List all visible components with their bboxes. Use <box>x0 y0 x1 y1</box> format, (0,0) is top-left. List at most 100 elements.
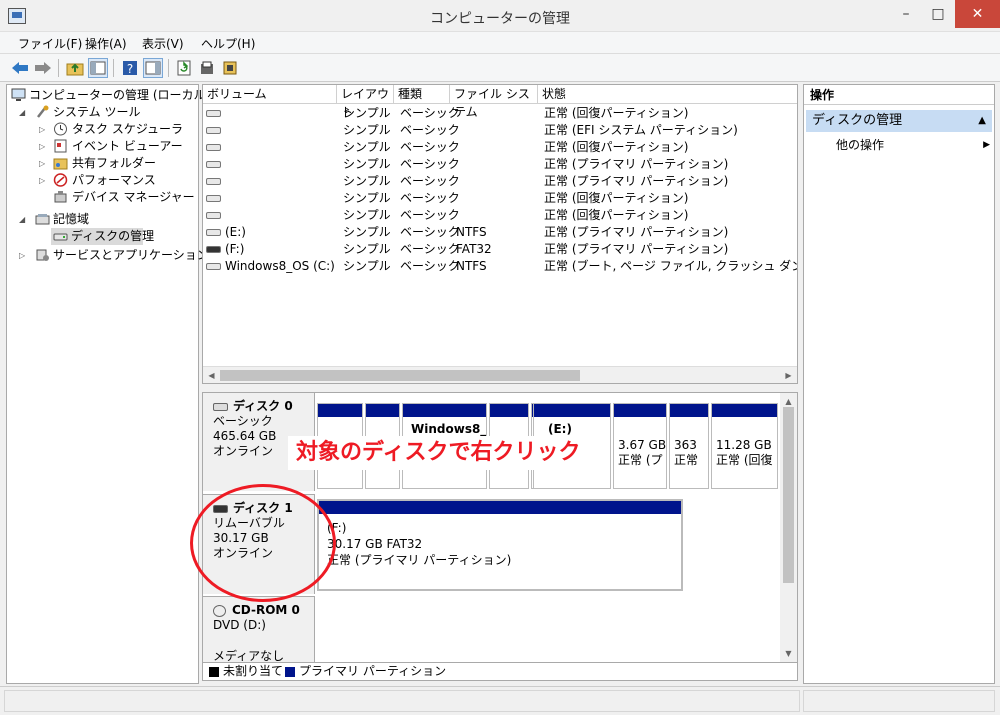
menu-action[interactable]: 操作(A) <box>85 35 127 52</box>
computer-icon <box>11 88 26 102</box>
action-group-disk-management[interactable]: ディスクの管理 ▲ <box>806 110 992 132</box>
volume-row[interactable]: (F:) シンプル ベーシック FAT32 正常 (プライマリ パーティション) <box>203 241 797 258</box>
volume-row[interactable]: (E:) シンプル ベーシック NTFS 正常 (プライマリ パーティション) <box>203 224 797 241</box>
primary-partition-bar <box>366 404 399 417</box>
folder-up-icon[interactable] <box>65 58 85 78</box>
volume-type: ベーシック <box>400 191 460 205</box>
minimize-button[interactable]: – <box>889 0 923 28</box>
volume-row[interactable]: シンプル ベーシック 正常 (プライマリ パーティション) <box>203 173 797 190</box>
disk-1-partition-f[interactable]: (F:) 30.17 GB FAT32 正常 (プライマリ パーティション) <box>317 499 683 591</box>
volume-row[interactable]: シンプル ベーシック 正常 (プライマリ パーティション) <box>203 156 797 173</box>
toolbar-separator <box>58 59 59 77</box>
tree-item-event-viewer[interactable]: ▷ イベント ビューアー <box>11 138 196 155</box>
expander-icon[interactable]: ▷ <box>39 155 49 172</box>
tree-item-device-manager[interactable]: デバイス マネージャー <box>11 189 196 206</box>
scrollbar-thumb[interactable] <box>783 407 794 583</box>
primary-partition-bar <box>534 404 610 417</box>
event-viewer-icon <box>53 139 68 153</box>
tree-item-disk-management[interactable]: ディスクの管理 <box>51 228 154 245</box>
tree-item-shared-folders[interactable]: ▷ 共有フォルダー <box>11 155 196 172</box>
volume-row[interactable]: Windows8_OS (C:) シンプル ベーシック NTFS 正常 (ブート… <box>203 258 797 275</box>
volume-type: ベーシック <box>400 157 460 171</box>
scroll-left-icon[interactable]: ◀ <box>203 367 220 383</box>
disk-0-partition-recovery-2[interactable]: 363 正常 <box>669 403 709 489</box>
volume-row[interactable]: シンプル ベーシック 正常 (EFI システム パーティション) <box>203 122 797 139</box>
volume-name: Windows8_OS (C:) <box>225 259 335 273</box>
disk-1-label[interactable]: ディスク 1 リムーバブル 30.17 GB オンライン <box>203 494 315 594</box>
device-manager-icon <box>53 190 68 204</box>
removable-disk-icon <box>213 504 228 513</box>
expander-icon[interactable]: ▷ <box>39 121 49 138</box>
tree-item-label: サービスとアプリケーション <box>53 248 209 262</box>
drive-icon <box>206 127 221 134</box>
volume-row[interactable]: シンプル ベーシック 正常 (回復パーティション) <box>203 105 797 122</box>
expander-icon[interactable]: ◢ <box>19 211 29 228</box>
disk-name: ディスク 1 <box>233 501 293 515</box>
tree-item-label: 共有フォルダー <box>72 156 157 170</box>
column-header-status[interactable]: 状態 <box>538 85 797 104</box>
show-hide-tree-icon[interactable] <box>88 58 108 78</box>
disk-0-partition-recovery-3[interactable]: 11.28 GB 正常 (回復 <box>711 403 778 489</box>
maximize-button[interactable]: □ <box>921 0 955 28</box>
menu-help[interactable]: ヘルプ(H) <box>201 35 255 52</box>
volume-status: 正常 (プライマリ パーティション) <box>544 242 729 256</box>
refresh-icon[interactable] <box>174 58 194 78</box>
tree-item-services-and-applications[interactable]: ▷ サービスとアプリケーション <box>11 247 209 264</box>
primary-partition-bar <box>712 404 777 417</box>
volume-row[interactable]: シンプル ベーシック 正常 (回復パーティション) <box>203 207 797 224</box>
properties-icon[interactable] <box>197 58 217 78</box>
volume-layout: シンプル <box>343 242 391 256</box>
cdrom-0-label[interactable]: CD-ROM 0 DVD (D:) メディアなし <box>203 596 315 662</box>
horizontal-scrollbar[interactable]: ◀ ▶ <box>203 366 797 383</box>
close-button[interactable]: ✕ <box>955 0 1000 28</box>
disk-state: オンライン <box>213 546 274 560</box>
menu-view[interactable]: 表示(V) <box>142 35 184 52</box>
status-bar <box>0 686 1000 715</box>
help-icon[interactable]: ? <box>120 58 140 78</box>
partition-title: Windows8_ <box>411 422 487 436</box>
show-hide-action-icon[interactable] <box>143 58 163 78</box>
drive-icon <box>206 144 221 151</box>
expander-icon[interactable]: ▷ <box>19 247 29 264</box>
back-arrow-icon[interactable] <box>10 58 30 78</box>
column-header-type[interactable]: 種類 <box>394 85 450 104</box>
volume-status: 正常 (プライマリ パーティション) <box>544 174 729 188</box>
volume-layout: シンプル <box>343 174 391 188</box>
tree-item-label: パフォーマンス <box>72 173 156 187</box>
tree-item-system-tools[interactable]: ◢ システム ツール <box>11 104 196 121</box>
collapse-up-icon[interactable]: ▲ <box>978 110 986 132</box>
scroll-down-icon[interactable]: ▼ <box>780 645 797 662</box>
volume-layout: シンプル <box>343 259 391 273</box>
volume-row[interactable]: シンプル ベーシック 正常 (回復パーティション) <box>203 190 797 207</box>
action-more-actions[interactable]: 他の操作 ▶ <box>836 136 990 154</box>
drive-icon <box>206 161 221 168</box>
expander-icon[interactable]: ▷ <box>39 172 49 189</box>
volume-layout: シンプル <box>343 106 391 120</box>
volume-file-system: NTFS <box>456 225 487 239</box>
action-label: 他の操作 <box>836 138 885 152</box>
scrollbar-thumb[interactable] <box>220 370 580 381</box>
forward-arrow-icon[interactable] <box>33 58 53 78</box>
expander-icon[interactable]: ◢ <box>19 104 29 121</box>
drive-icon <box>206 195 221 202</box>
partition-size: 30.17 GB FAT32 <box>327 537 423 551</box>
tree-item-task-scheduler[interactable]: ▷ タスク スケジューラ <box>11 121 196 138</box>
export-icon[interactable] <box>220 58 240 78</box>
tree-item-performance[interactable]: ▷ パフォーマンス <box>11 172 196 189</box>
menu-file[interactable]: ファイル(F) <box>18 35 82 52</box>
primary-partition-bar <box>490 404 528 417</box>
expander-icon[interactable]: ▷ <box>39 138 49 155</box>
cd-rom-icon <box>213 604 226 617</box>
tree-item-storage[interactable]: ◢ 記憶域 <box>11 211 196 228</box>
vertical-scrollbar[interactable]: ▲ ▼ <box>780 393 797 662</box>
disk-0-partition-recovery-1[interactable]: 3.67 GB 正常 (プ <box>613 403 667 489</box>
volume-type: ベーシック <box>400 242 460 256</box>
column-header-volume[interactable]: ボリューム <box>203 85 337 104</box>
tree-item-computer-management[interactable]: コンピューターの管理 (ローカル) <box>11 87 210 104</box>
drive-icon <box>206 212 221 219</box>
scroll-right-icon[interactable]: ▶ <box>780 367 797 383</box>
volume-row[interactable]: シンプル ベーシック 正常 (回復パーティション) <box>203 139 797 156</box>
column-header-layout[interactable]: レイアウト <box>337 85 394 119</box>
disk-management-icon <box>53 229 68 243</box>
column-header-file-system[interactable]: ファイル システム <box>450 85 538 119</box>
